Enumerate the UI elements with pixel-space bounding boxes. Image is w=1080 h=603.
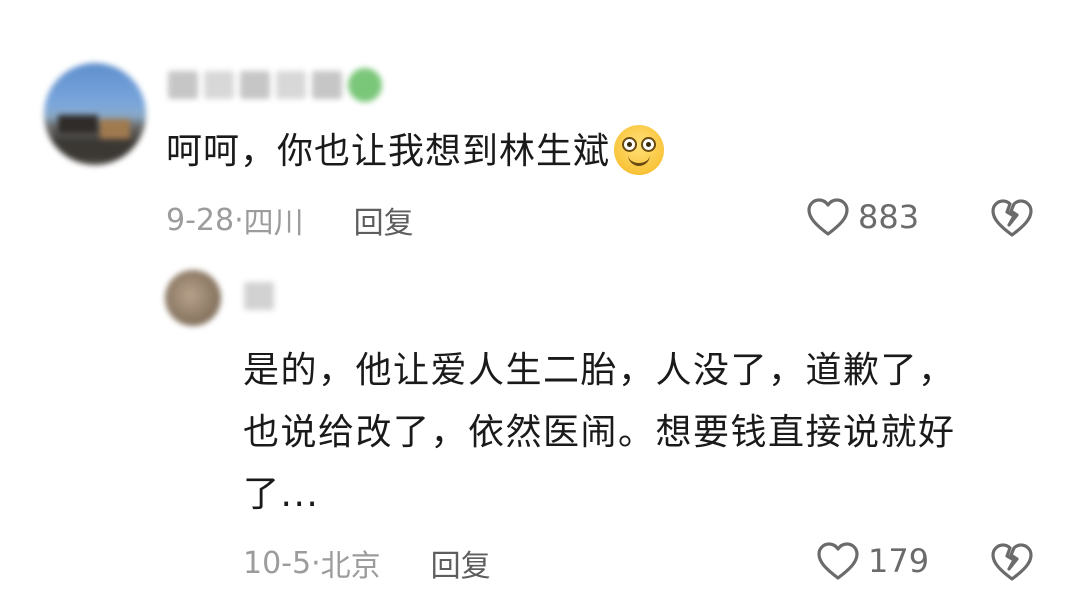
like-button[interactable]: 883 (806, 197, 919, 237)
reply-dislike-button[interactable] (990, 541, 1034, 587)
reply-username-blurred[interactable] (244, 282, 274, 310)
reply-text-line: 是的，他让爱人生二胎，人没了，道歉了， (243, 350, 956, 391)
reply-text-line: 了... (243, 474, 320, 515)
reply-avatar[interactable] (165, 270, 221, 326)
comment-text: 呵呵，你也让我想到林生斌 (166, 125, 665, 179)
comment-date: 9-28· (166, 202, 244, 238)
reply-like-count: 179 (868, 542, 930, 580)
comment-location: 四川 (243, 206, 304, 241)
broken-heart-icon (991, 199, 1033, 237)
comment-meta: 9-28· 四川 回复 (166, 198, 414, 242)
broken-heart-icon (991, 543, 1033, 581)
heart-outline-icon (817, 542, 859, 580)
like-count: 883 (858, 198, 920, 236)
reply-date: 10-5· (243, 545, 321, 581)
dislike-button[interactable] (990, 197, 1034, 243)
reply-button[interactable]: 回复 (354, 198, 414, 242)
heart-outline-icon (807, 198, 849, 236)
avatar[interactable] (44, 63, 146, 165)
user-badge-icon (348, 68, 382, 102)
reply-meta: 10-5· 北京 回复 (243, 541, 491, 585)
comment-body: 呵呵，你也让我想到林生斌 (166, 131, 611, 172)
username-blurred[interactable] (168, 66, 382, 104)
reply-text-line: 也说给改了，依然医闹。想要钱直接说就好 (243, 412, 956, 453)
reply-like-button[interactable]: 179 (816, 541, 929, 581)
smiley-face-emoji-icon (614, 125, 665, 175)
reply-button[interactable]: 回复 (431, 541, 491, 585)
comment-item: 呵呵，你也让我想到林生斌 9-28· 四川 回复 883 (0, 0, 1080, 250)
reply-text: 是的，他让爱人生二胎，人没了，道歉了， 也说给改了，依然医闹。想要钱直接说就好 … (243, 340, 1043, 526)
reply-location: 北京 (320, 549, 381, 584)
